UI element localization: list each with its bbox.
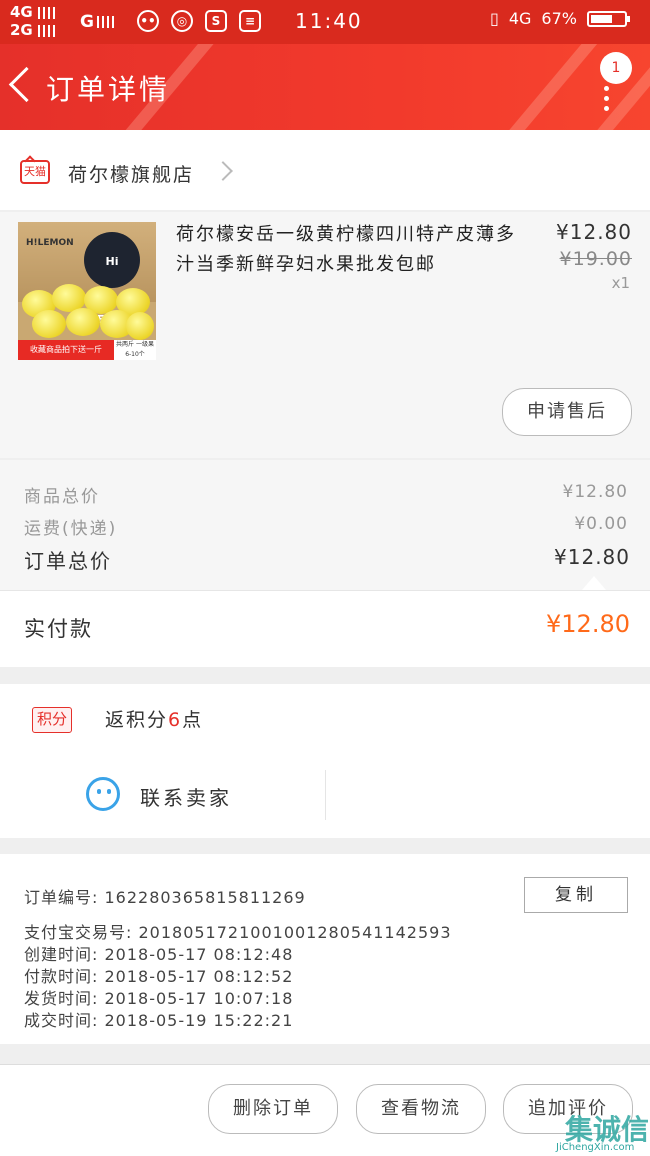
product-original-price: ¥19.00 [559, 248, 632, 270]
product-quantity: x1 [611, 274, 630, 292]
shop-name[interactable]: 荷尔檬旗舰店 [68, 160, 194, 187]
order-total-label: 订单总价 [24, 549, 112, 573]
points-tag: 积分 [32, 707, 73, 733]
contact-seller-button[interactable]: 联系卖家 [140, 782, 232, 811]
signal-group: 4G 2G [10, 4, 60, 40]
order-number: 订单编号: 1622803658158112​69 [24, 888, 306, 907]
message-badge[interactable]: 1 [600, 52, 632, 84]
view-logistics-button[interactable]: 查看物流 [356, 1084, 486, 1134]
weibo-icon: ◎ [171, 10, 193, 32]
product-image-promo2: 共两斤 一级果6-10个 [114, 340, 156, 360]
delete-order-button[interactable]: 删除订单 [208, 1084, 338, 1134]
alipay-trade-number: 支付宝交易号: 2018051721001001280541142593 [24, 923, 452, 942]
product-image-promo: 收藏商品拍下送一斤 [18, 340, 114, 360]
completed-time: 成交时间: 2018-05-19 15:22:21 [24, 1011, 294, 1030]
goods-total-value: ¥12.80 [562, 482, 628, 502]
back-arrow-icon[interactable] [8, 66, 45, 103]
battery-percent: 67% [541, 9, 577, 28]
battery-icon [586, 10, 630, 27]
nav-bar: 订单详情 1 [0, 44, 650, 130]
vibrate-icon: ▯ [490, 9, 499, 28]
notification-icons: •• ◎ S ≡ [137, 10, 261, 32]
created-time: 创建时间: 2018-05-17 08:12:48 [24, 945, 294, 964]
points-amount: 6 [168, 709, 183, 731]
product-image-badge: Hi LEMON [84, 232, 140, 326]
copy-button[interactable]: 复制 [524, 877, 628, 913]
signal-icon [37, 24, 60, 37]
signal-icon [96, 16, 119, 28]
clock: 11:40 [295, 9, 363, 33]
shipped-time: 发货时间: 2018-05-17 10:07:18 [24, 989, 294, 1008]
network-type-3: G [80, 12, 119, 32]
network-type-1: 4G [10, 3, 33, 21]
sim-icon: ≡ [239, 10, 261, 32]
chat-face-icon[interactable] [86, 777, 120, 811]
tmall-icon: 天猫 [20, 160, 50, 184]
status-bar: 4G 2G G •• ◎ S ≡ 11:40 ▯ 4G 67% [0, 0, 650, 44]
more-menu-icon[interactable] [604, 86, 610, 116]
paid-value: ¥12.80 [546, 610, 630, 638]
goods-total-label: 商品总价 [24, 487, 100, 507]
after-sale-button[interactable]: 申请售后 [502, 388, 632, 436]
caret-up-icon [582, 576, 606, 590]
watermark-url: JiChengXin.com [556, 1142, 635, 1153]
product-price: ¥12.80 [556, 220, 632, 244]
points-text: 返积分6点 [105, 709, 204, 731]
paid-label: 实付款 [24, 617, 93, 641]
shipping-value: ¥0.00 [574, 514, 628, 534]
signal-icon [37, 6, 60, 19]
wechat-icon: •• [137, 10, 159, 32]
divider [325, 770, 326, 820]
network-type-2: 2G [10, 21, 33, 39]
shipping-label: 运费(快递) [24, 519, 118, 539]
product-title[interactable]: 荷尔檬安岳一级黄柠檬四川特产皮薄多汁当季新鲜孕妇水果批发包邮 [176, 220, 521, 280]
product-image-brand: H!LEMON [26, 238, 74, 248]
status-right: ▯ 4G 67% [490, 9, 630, 28]
app-s-icon: S [205, 10, 227, 32]
page-title: 订单详情 [46, 73, 171, 106]
product-image[interactable]: H!LEMON Hi LEMON 收藏商品拍下送一斤 共两斤 一级果6-10个 [18, 222, 156, 360]
order-total-value: ¥12.80 [554, 545, 630, 569]
network-type-right: 4G [508, 9, 532, 28]
paid-time: 付款时间: 2018-05-17 08:12:52 [24, 967, 294, 986]
